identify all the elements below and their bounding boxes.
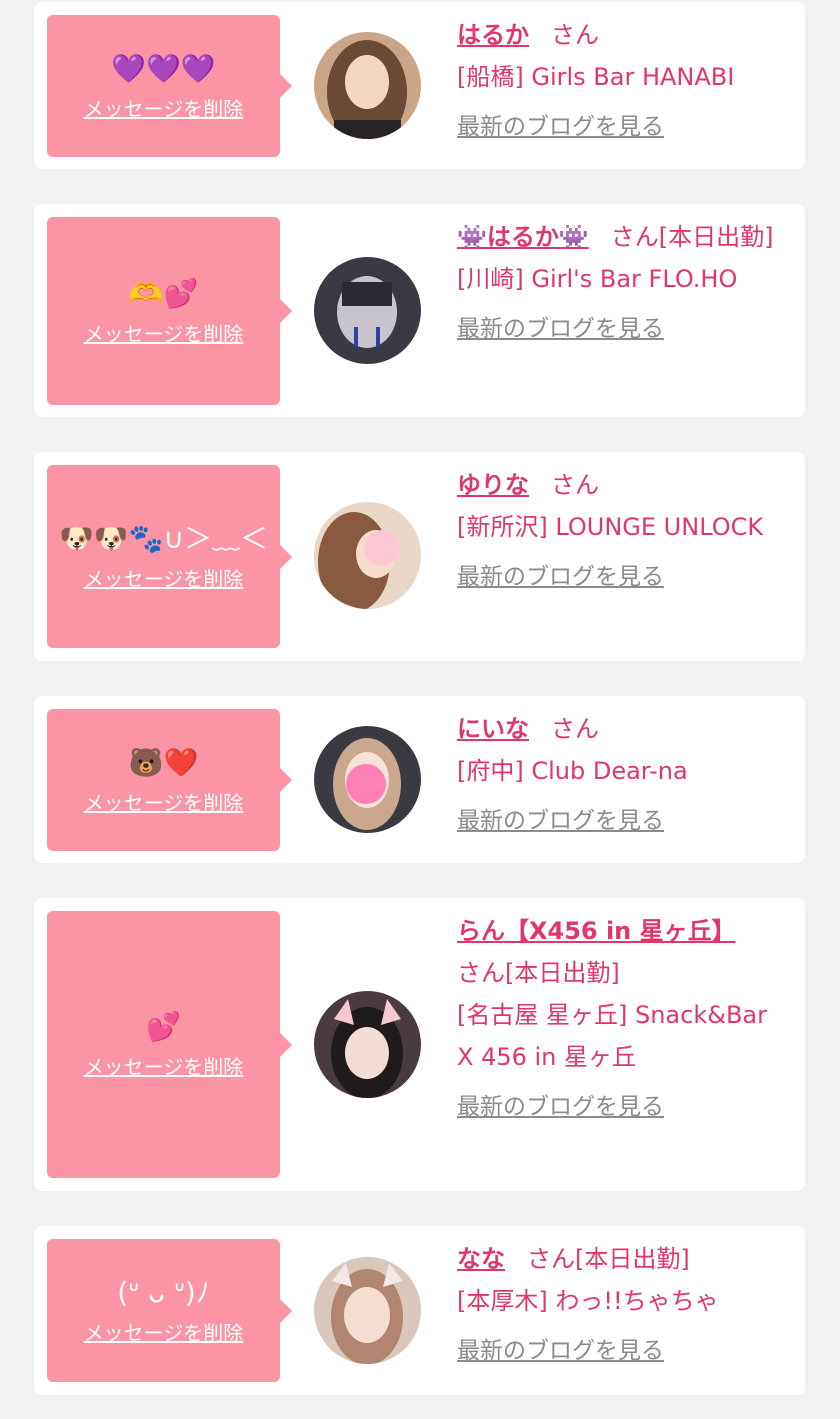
cast-info: にいな さん [府中] Club Dear-na 最新のブログを見る bbox=[457, 708, 791, 842]
honorific: さん bbox=[551, 471, 599, 499]
delete-message-link[interactable]: メッセージを削除 bbox=[84, 93, 244, 122]
shop-name: [本厚木] わっ!!ちゃちゃ bbox=[457, 1287, 719, 1315]
cast-info: はるか さん [船橋] Girls Bar HANABI 最新のブログを見る bbox=[457, 14, 791, 148]
cast-name-link[interactable]: らん【X456 in 星ヶ丘】 bbox=[457, 917, 736, 945]
delete-message-link[interactable]: メッセージを削除 bbox=[84, 1051, 244, 1080]
shop-name: [府中] Club Dear-na bbox=[457, 757, 688, 785]
message-card: 🐶🐶🐾∪＞﹏＜ メッセージを削除 ゆりな さん [新所沢] LOUNGE UNLO… bbox=[34, 452, 805, 661]
cast-info: なな さん[本日出勤] [本厚木] わっ!!ちゃちゃ 最新のブログを見る bbox=[457, 1238, 791, 1372]
latest-blog-link[interactable]: 最新のブログを見る bbox=[457, 308, 664, 350]
latest-blog-link[interactable]: 最新のブログを見る bbox=[457, 556, 664, 598]
message-text: 💕 bbox=[146, 1010, 181, 1043]
latest-blog-link[interactable]: 最新のブログを見る bbox=[457, 800, 664, 842]
message-bubble: 🫶💕 メッセージを削除 bbox=[47, 217, 292, 405]
avatar[interactable] bbox=[314, 726, 421, 833]
message-text: 💜💜💜 bbox=[111, 51, 216, 85]
delete-message-link[interactable]: メッセージを削除 bbox=[84, 563, 244, 592]
attendance-status: [本日出勤] bbox=[505, 959, 620, 987]
shop-name: [新所沢] LOUNGE UNLOCK bbox=[457, 513, 764, 541]
shop-name: [船橋] Girls Bar HANABI bbox=[457, 63, 735, 91]
message-card: 🫶💕 メッセージを削除 👾はるか👾 さん[本日出勤] [川崎] Girl's Ba… bbox=[34, 204, 805, 417]
message-bubble: 💕 メッセージを削除 bbox=[47, 911, 292, 1178]
message-text: (ᐡ ᴗ ᐡ)ﾉ bbox=[117, 1276, 210, 1309]
latest-blog-link[interactable]: 最新のブログを見る bbox=[457, 1330, 664, 1372]
delete-message-link[interactable]: メッセージを削除 bbox=[84, 1317, 244, 1346]
avatar[interactable] bbox=[314, 502, 421, 609]
delete-message-link[interactable]: メッセージを削除 bbox=[84, 318, 244, 347]
avatar[interactable] bbox=[314, 32, 421, 139]
honorific: さん bbox=[551, 715, 599, 743]
cast-info: ゆりな さん [新所沢] LOUNGE UNLOCK 最新のブログを見る bbox=[457, 464, 791, 598]
cast-name-link[interactable]: にいな bbox=[457, 715, 529, 743]
avatar[interactable] bbox=[314, 991, 421, 1098]
cast-name-link[interactable]: 👾はるか👾 bbox=[457, 223, 589, 251]
cast-name-link[interactable]: なな bbox=[457, 1245, 505, 1273]
attendance-status: [本日出勤] bbox=[658, 223, 774, 251]
delete-message-link[interactable]: メッセージを削除 bbox=[84, 787, 244, 816]
message-card: 💜💜💜 メッセージを削除 はるか さん [船橋] Girls Bar HANABI… bbox=[34, 2, 805, 169]
honorific: さん bbox=[551, 21, 599, 49]
message-bubble: 💜💜💜 メッセージを削除 bbox=[47, 15, 292, 157]
attendance-status: [本日出勤] bbox=[575, 1245, 690, 1273]
cast-name-link[interactable]: はるか bbox=[457, 21, 529, 49]
latest-blog-link[interactable]: 最新のブログを見る bbox=[457, 106, 664, 148]
cast-info: 👾はるか👾 さん[本日出勤] [川崎] Girl's Bar FLO.HO 最新の… bbox=[457, 216, 791, 350]
avatar[interactable] bbox=[314, 1257, 421, 1364]
message-bubble: (ᐡ ᴗ ᐡ)ﾉ メッセージを削除 bbox=[47, 1239, 292, 1382]
message-card: 🐻❤️ メッセージを削除 にいな さん [府中] Club Dear-na 最新の… bbox=[34, 696, 805, 863]
honorific: さん bbox=[527, 1245, 575, 1273]
message-card: 💕 メッセージを削除 らん【X456 in 星ヶ丘】 さん[本日出勤] [名古屋… bbox=[34, 898, 805, 1191]
shop-name: [川崎] Girl's Bar FLO.HO bbox=[457, 265, 738, 293]
latest-blog-link[interactable]: 最新のブログを見る bbox=[457, 1086, 664, 1128]
message-text: 🐶🐶🐾∪＞﹏＜ bbox=[58, 522, 269, 555]
shop-name: [名古屋 星ヶ丘] Snack&Bar X 456 in 星ヶ丘 bbox=[457, 1001, 767, 1071]
cast-name-link[interactable]: ゆりな bbox=[457, 471, 529, 499]
avatar[interactable] bbox=[314, 257, 421, 364]
message-text: 🐻❤️ bbox=[128, 745, 199, 779]
cast-info: らん【X456 in 星ヶ丘】 さん[本日出勤] [名古屋 星ヶ丘] Snack… bbox=[457, 910, 791, 1128]
honorific: さん bbox=[610, 223, 659, 251]
message-bubble: 🐻❤️ メッセージを削除 bbox=[47, 709, 292, 851]
message-card: (ᐡ ᴗ ᐡ)ﾉ メッセージを削除 なな さん[本日出勤] [本厚木] わっ!!ち… bbox=[34, 1226, 805, 1395]
message-text: 🫶💕 bbox=[128, 276, 199, 310]
message-bubble: 🐶🐶🐾∪＞﹏＜ メッセージを削除 bbox=[47, 465, 292, 648]
honorific: さん bbox=[457, 959, 505, 987]
